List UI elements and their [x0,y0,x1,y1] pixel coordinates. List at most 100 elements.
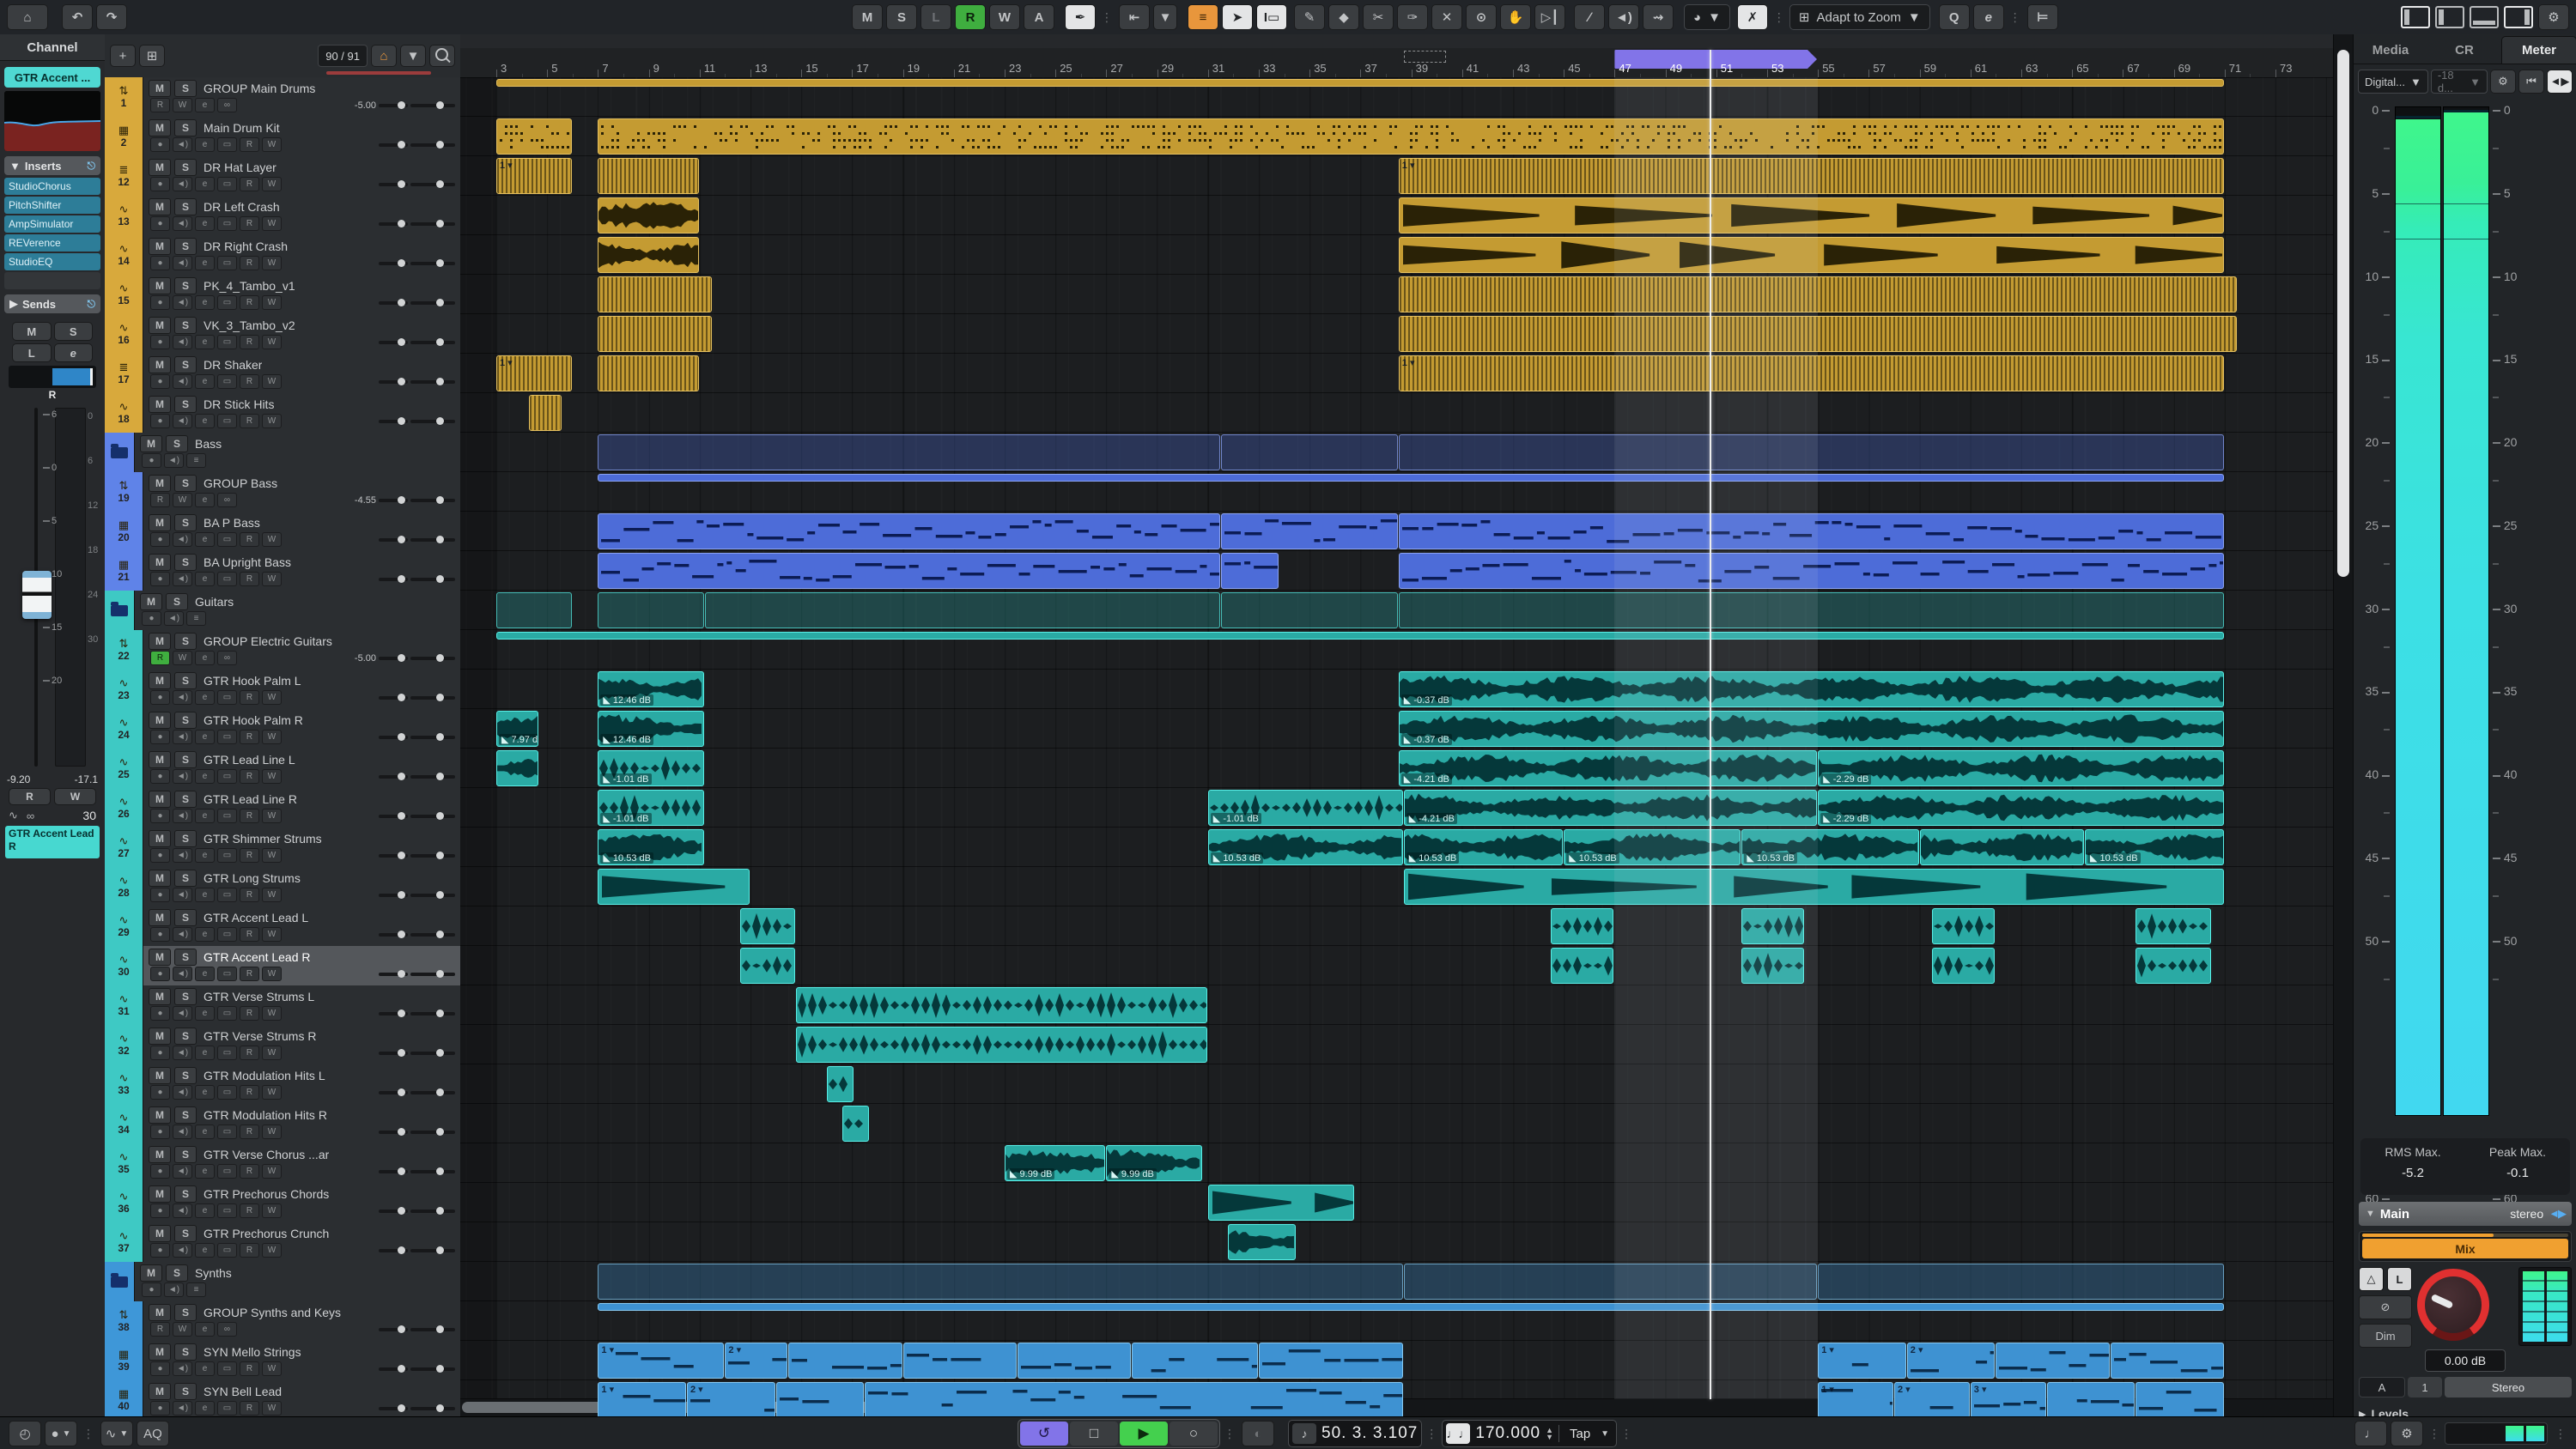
track-strip-button[interactable]: ▭ [217,256,237,270]
track-volume-slider[interactable] [410,262,455,265]
tab-media[interactable]: Media [2354,37,2427,64]
track-mute-button[interactable]: M [149,672,171,689]
clip[interactable] [776,1382,865,1416]
tab-meter[interactable]: Meter [2501,36,2576,64]
track-solo-button[interactable]: S [174,1067,197,1084]
track-write-button[interactable]: W [262,177,282,191]
track-monitor-button[interactable]: ◄) [173,295,192,310]
clip[interactable]: 2 ▾ [687,1382,775,1416]
cycle-region[interactable] [1614,50,1818,69]
track-strip-button[interactable]: ▭ [217,374,237,389]
track-monitor-button[interactable]: ◄) [173,177,192,191]
split-tool[interactable]: ✂ [1363,4,1394,30]
track-pan-slider[interactable] [379,262,408,265]
track-color-tab[interactable]: ∿31 [105,985,143,1025]
clip[interactable]: 3 ▾ [1971,1382,2046,1416]
meter-offset-dropdown[interactable]: -18 d...▼ [2431,70,2488,94]
track-mute-button[interactable]: M [149,80,171,97]
track-read-button[interactable]: R [240,1203,259,1218]
track-edit-button[interactable]: e [195,1006,215,1021]
track-mute-button[interactable]: M [149,198,171,215]
track-mute-button[interactable]: M [140,1264,162,1282]
track-color-tab[interactable]: ∿18 [105,393,143,433]
track-row[interactable]: MSSynths●◄)≡ [105,1262,460,1302]
track-monitor-button[interactable]: ◄) [173,888,192,902]
track-volume-slider[interactable] [410,657,455,660]
meter-reset-button[interactable]: ⏮ [2518,70,2544,94]
clip[interactable] [1221,513,1398,549]
track-pan-slider[interactable] [379,854,408,858]
track-color-tab[interactable] [105,433,135,472]
track-pan-slider[interactable] [379,1052,408,1055]
track-row[interactable]: ∿31MSGTR Verse Strums L●◄)e▭RW [105,985,460,1026]
track-monitor-button[interactable]: ◄) [173,927,192,942]
snap-type-button[interactable]: ≡ [1188,4,1218,30]
quantize-button[interactable]: Q [1939,4,1970,30]
track-bypass-button[interactable]: ∞ [217,98,237,112]
track-solo-button[interactable]: S [174,751,197,768]
track-monitor-button[interactable]: ◄) [173,414,192,428]
track-record-button[interactable]: ● [150,414,170,428]
metronome-button[interactable]: △ [2359,1267,2384,1291]
track-volume-slider[interactable] [410,1170,455,1173]
track-row[interactable]: ∿36MSGTR Prechorus Chords●◄)e▭RW [105,1183,460,1223]
vertical-scrollbar[interactable] [2333,34,2354,1416]
clip[interactable] [598,1303,2223,1311]
track-row[interactable]: ∿16MSVK_3_Tambo_v2●◄)e▭RW [105,314,460,355]
track-monitor-button[interactable]: ◄) [173,1203,192,1218]
clip[interactable] [740,908,795,944]
track-record-button[interactable]: ● [150,1361,170,1376]
track-color-tab[interactable]: ∿34 [105,1104,143,1143]
track-strip-button[interactable]: ▭ [217,1203,237,1218]
right-zone-toggle[interactable] [2504,6,2533,28]
track-solo-button[interactable]: S [174,1106,197,1124]
track-monitor-button[interactable]: ◄) [173,335,192,349]
clip[interactable]: 1 ▾ [496,355,572,391]
track-write-button[interactable]: W [262,532,282,547]
track-record-button[interactable]: ● [150,809,170,823]
track-pan-slider[interactable] [379,1170,408,1173]
play-tool[interactable]: ◄) [1608,4,1639,30]
track-monitor-button[interactable]: ◄) [173,1046,192,1060]
clip[interactable] [740,948,795,984]
track-mute-button[interactable]: M [149,633,171,650]
zoom-tool[interactable]: ⊙ [1466,4,1497,30]
clip[interactable]: ◣ -2.29 dB [1818,790,2224,826]
track-write-button[interactable]: W [173,1322,192,1337]
track-pan-slider[interactable] [379,1091,408,1094]
clip[interactable] [598,276,711,312]
track-read-button[interactable]: R [240,256,259,270]
track-mute-button[interactable]: M [149,475,171,492]
track-read-button[interactable]: R [240,927,259,942]
track-read-button[interactable]: R [240,888,259,902]
track-record-button[interactable]: ● [150,1046,170,1060]
track-read-button[interactable]: R [150,651,170,665]
track-read-button[interactable]: R [150,1322,170,1337]
track-color-tab[interactable]: ∿24 [105,709,143,749]
track-read-button[interactable]: R [240,1361,259,1376]
clip[interactable] [598,513,1219,549]
glue-tool[interactable]: ✑ [1397,4,1428,30]
clip[interactable] [496,632,2224,640]
track-volume-slider[interactable] [410,973,455,976]
control-room-main-header[interactable]: ▼ Main stereo ◄▶ [2359,1202,2572,1226]
track-color-tab[interactable] [105,1262,135,1301]
track-volume-slider[interactable] [410,1091,455,1094]
record-mode-button[interactable]: ● ▼ [45,1421,77,1446]
track-mute-button[interactable]: M [140,593,162,610]
clip[interactable]: ◣ 10.53 dB [1404,829,1563,865]
clip[interactable] [796,1027,1207,1063]
left-zone-toggle[interactable] [2401,6,2430,28]
track-record-button[interactable]: ● [150,848,170,863]
track-volume-slider[interactable] [410,143,455,147]
clip[interactable] [796,987,1207,1023]
track-volume-slider[interactable] [410,104,455,107]
track-record-button[interactable]: ● [150,177,170,191]
track-row[interactable]: ∿37MSGTR Prechorus Crunch●◄)e▭RW [105,1222,460,1263]
track-write-button[interactable]: W [262,572,282,586]
track-monitor-button[interactable]: ◄) [164,1282,184,1297]
track-read-button[interactable]: R [240,295,259,310]
track-color-tab[interactable]: ▦2 [105,117,143,156]
track-edit-button[interactable]: e [195,1125,215,1139]
track-strip-button[interactable]: ▭ [217,848,237,863]
